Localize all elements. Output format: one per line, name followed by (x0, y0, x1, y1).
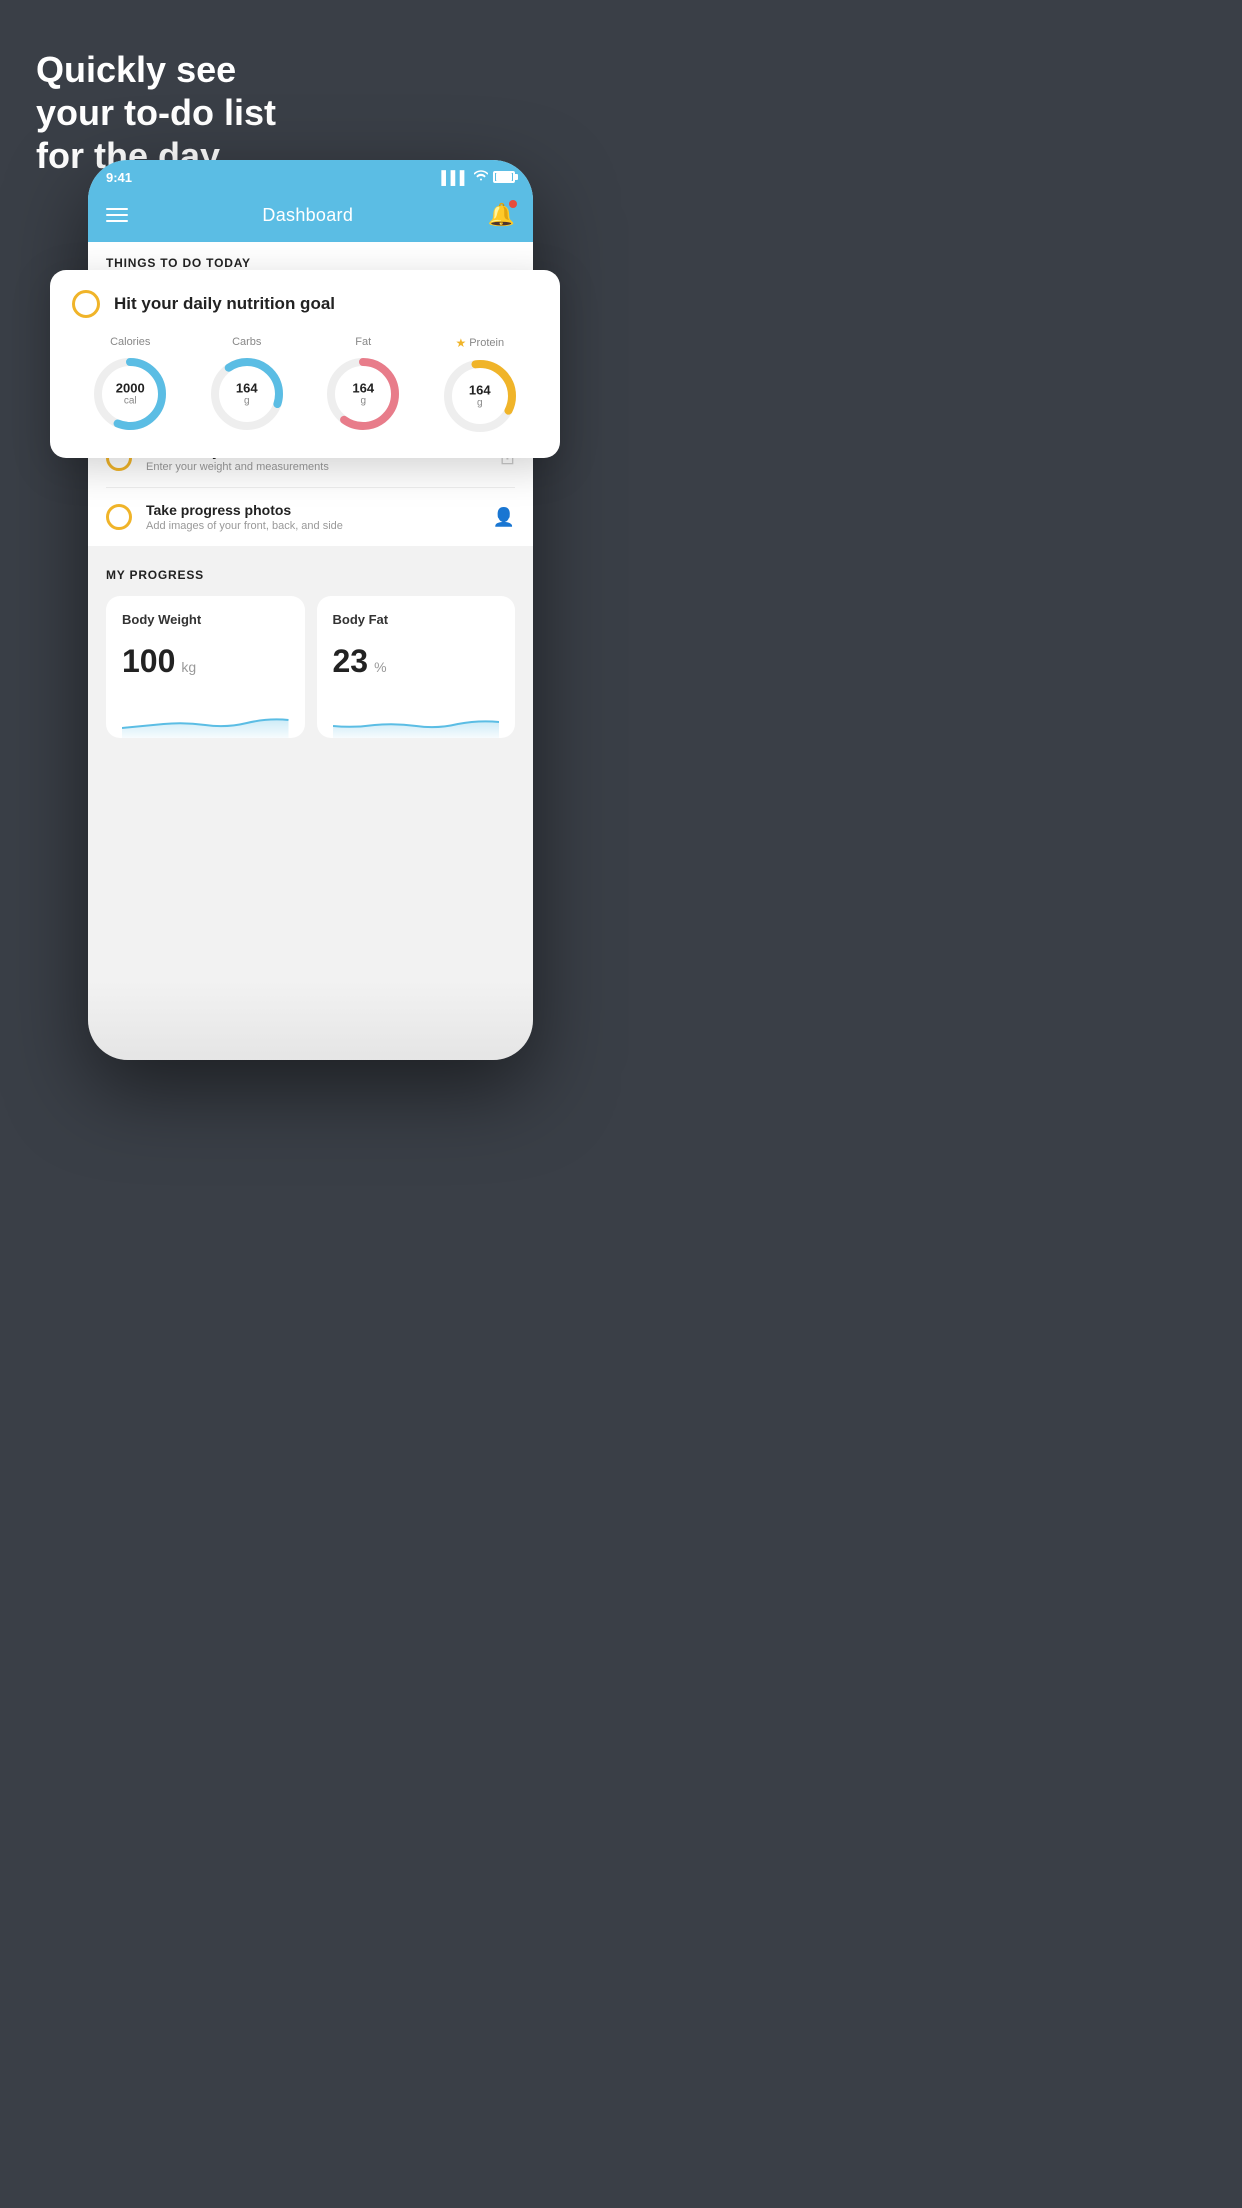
progress-title: MY PROGRESS (106, 568, 515, 582)
calories-item: Calories 2000 cal (90, 336, 170, 434)
progress-section: MY PROGRESS Body Weight 100 kg (88, 546, 533, 756)
headline-line2: your to-do list (36, 91, 276, 134)
fat-label: Fat (355, 336, 371, 348)
person-icon: 👤 (493, 507, 515, 528)
calories-unit: cal (116, 396, 145, 407)
progress-cards: Body Weight 100 kg (106, 596, 515, 738)
status-icons: ▌▌▌ (441, 170, 515, 185)
calories-label: Calories (110, 336, 150, 348)
star-icon: ★ (455, 336, 466, 350)
body-weight-unit: kg (181, 659, 196, 675)
todo-checkbox-yellow[interactable] (106, 504, 132, 530)
carbs-unit: g (236, 396, 258, 407)
body-weight-value: 100 (122, 643, 175, 680)
status-bar: 9:41 ▌▌▌ (88, 160, 533, 192)
status-time: 9:41 (106, 170, 132, 185)
fat-unit: g (352, 396, 374, 407)
protein-value: 164 (469, 383, 491, 397)
headline-line1: Quickly see (36, 48, 276, 91)
body-fat-card: Body Fat 23 % (317, 596, 516, 738)
phone-bottom-shadow (88, 980, 533, 1060)
calories-donut: 2000 cal (90, 354, 170, 434)
protein-item: ★ Protein 164 g (440, 336, 520, 436)
todo-title: Take progress photos (146, 502, 479, 518)
wifi-icon (474, 170, 488, 185)
notification-badge (509, 200, 517, 208)
app-header: Dashboard 🔔 (88, 192, 533, 242)
todo-subtitle: Enter your weight and measurements (146, 461, 486, 473)
carbs-item: Carbs 164 g (207, 336, 287, 434)
notifications-button[interactable]: 🔔 (488, 202, 515, 228)
carbs-donut: 164 g (207, 354, 287, 434)
fat-item: Fat 164 g (323, 336, 403, 434)
body-fat-value: 23 (333, 643, 369, 680)
nutrition-card-title: Hit your daily nutrition goal (114, 294, 335, 314)
signal-icon: ▌▌▌ (441, 170, 469, 185)
fat-donut: 164 g (323, 354, 403, 434)
things-section: THINGS TO DO TODAY (88, 242, 533, 270)
protein-donut: 164 g (440, 356, 520, 436)
header-title: Dashboard (262, 205, 353, 226)
protein-unit: g (469, 398, 491, 409)
body-weight-card: Body Weight 100 kg (106, 596, 305, 738)
calories-value: 2000 (116, 381, 145, 395)
nutrition-checkbox[interactable] (72, 290, 100, 318)
nutrition-card: Hit your daily nutrition goal Calories 2… (50, 270, 560, 458)
nutrition-circles: Calories 2000 cal Carbs (72, 336, 538, 436)
fat-value: 164 (352, 381, 374, 395)
page-headline: Quickly see your to-do list for the day. (36, 48, 276, 178)
body-fat-unit: % (374, 659, 386, 675)
todo-subtitle: Add images of your front, back, and side (146, 520, 479, 532)
list-item[interactable]: Take progress photos Add images of your … (106, 488, 515, 546)
body-fat-chart (333, 698, 500, 738)
carbs-value: 164 (236, 381, 258, 395)
battery-icon (493, 171, 515, 183)
carbs-label: Carbs (232, 336, 261, 348)
body-fat-title: Body Fat (333, 612, 500, 627)
body-weight-title: Body Weight (122, 612, 289, 627)
menu-button[interactable] (106, 208, 128, 222)
things-section-title: THINGS TO DO TODAY (106, 256, 515, 270)
protein-label: ★ Protein (455, 336, 504, 350)
body-weight-chart (122, 698, 289, 738)
